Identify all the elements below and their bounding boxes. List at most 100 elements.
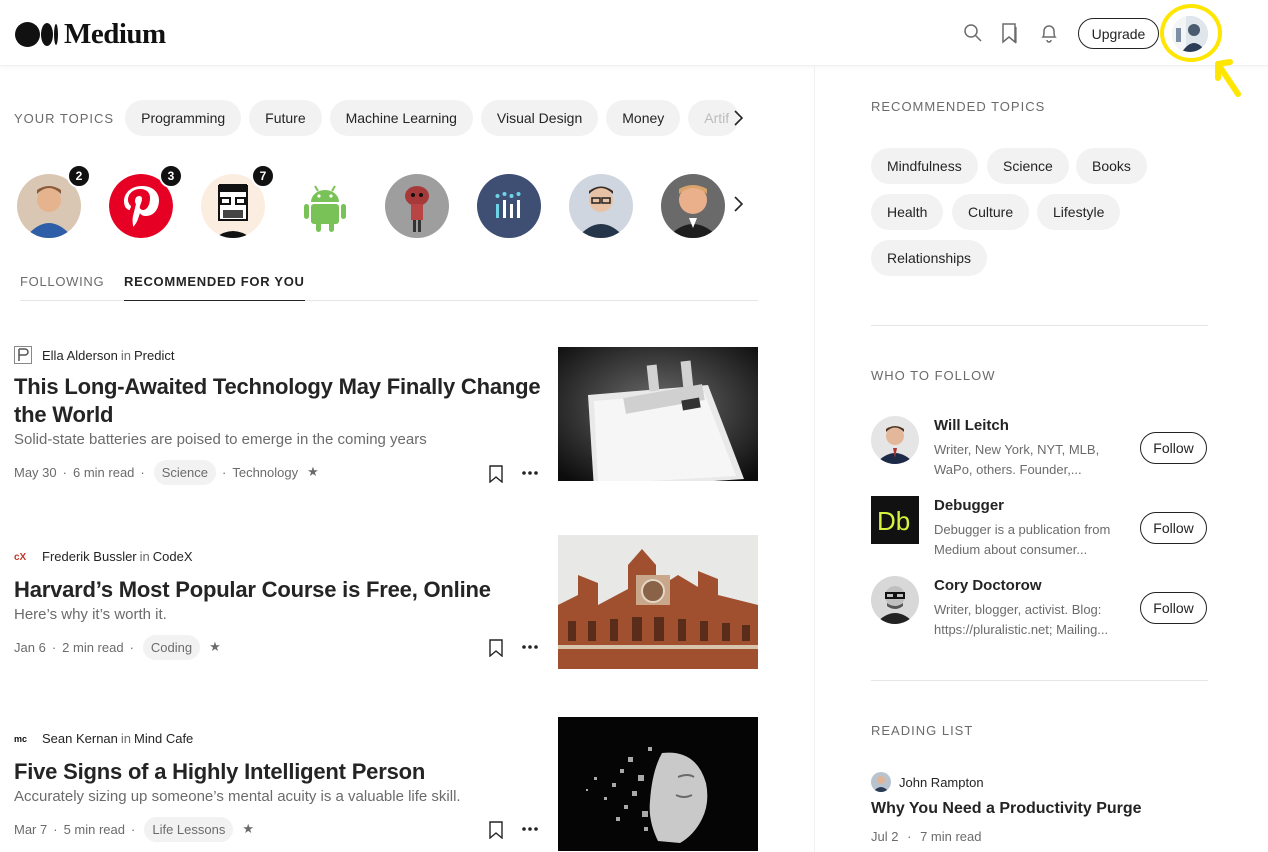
article-thumbnail[interactable]: [558, 717, 758, 851]
article-thumbnail[interactable]: [558, 535, 758, 669]
article-meta: May 30 · 6 min read · Science · Technolo…: [14, 459, 544, 485]
reading-list-meta: Jul 2 · 7 min read: [871, 829, 982, 844]
your-topics-label: YOUR TOPICS: [14, 110, 115, 126]
article-tag[interactable]: Life Lessons: [144, 816, 234, 842]
in-word: in: [120, 347, 132, 363]
article-date: May 30: [14, 464, 57, 480]
reading-list-author[interactable]: John Rampton: [899, 775, 984, 790]
follow-avatar[interactable]: [871, 576, 919, 624]
in-word: in: [120, 730, 132, 746]
tab-following[interactable]: FOLLOWING: [20, 274, 104, 301]
follow-name[interactable]: Will Leitch: [934, 417, 1009, 434]
article-publication[interactable]: CodeX: [153, 549, 193, 564]
article-thumbnail[interactable]: [558, 347, 758, 481]
reading-list-author-avatar[interactable]: [871, 772, 891, 792]
article-author[interactable]: Ella Alderson: [42, 348, 118, 363]
topic-pill-culture[interactable]: Culture: [952, 194, 1030, 230]
article-publication[interactable]: Mind Cafe: [134, 731, 193, 746]
topic-pill-health[interactable]: Health: [871, 194, 944, 230]
follow-name[interactable]: Cory Doctorow: [934, 577, 1042, 594]
article-card: cX Frederik Bussler in CodeX Harvard’s M…: [14, 535, 758, 687]
top-bar: Medium Upgrade: [0, 0, 1268, 66]
article-meta: Jan 6 · 2 min read · Coding ★: [14, 634, 544, 660]
following-avatar[interactable]: [385, 174, 449, 238]
recommended-topics-title: RECOMMENDED TOPICS: [871, 99, 1046, 114]
medium-logo[interactable]: Medium: [15, 18, 166, 51]
chevron-right-icon[interactable]: [731, 195, 745, 213]
follow-button[interactable]: Follow: [1140, 432, 1207, 464]
publication-icon[interactable]: [14, 346, 32, 364]
bookmarks-icon[interactable]: [996, 20, 1022, 46]
follow-description: Debugger is a publication from Medium ab…: [934, 522, 1111, 557]
topic-pill-future[interactable]: Future: [249, 100, 322, 136]
who-to-follow-title: WHO TO FOLLOW: [871, 368, 996, 383]
reading-list-title: READING LIST: [871, 723, 974, 738]
reading-list-article-title[interactable]: Why You Need a Productivity Purge: [871, 800, 1142, 818]
article-title[interactable]: This Long-Awaited Technology May Finally…: [14, 373, 544, 429]
follow-avatar[interactable]: [871, 416, 919, 464]
article-read-time: 6 min read: [72, 464, 135, 480]
in-word: in: [139, 548, 150, 564]
article-read-time: 5 min read: [63, 821, 125, 837]
search-icon[interactable]: [960, 20, 986, 46]
follow-suggestion: Db Debugger Debugger is a publication fr…: [871, 496, 1208, 566]
feed-tabs: FOLLOWING RECOMMENDED FOR YOU: [20, 270, 758, 301]
article-tag[interactable]: Coding: [142, 634, 201, 660]
user-avatar[interactable]: [1172, 16, 1208, 52]
follow-button[interactable]: Follow: [1140, 512, 1207, 544]
section-divider: [871, 680, 1208, 681]
topic-pill-machine-learning[interactable]: Machine Learning: [329, 100, 473, 136]
chevron-right-icon[interactable]: [731, 109, 745, 127]
article-extra-tag[interactable]: Technology: [232, 465, 298, 480]
topic-pill-programming[interactable]: Programming: [125, 100, 242, 136]
svg-text:cX: cX: [14, 552, 27, 563]
following-avatar[interactable]: [661, 174, 725, 238]
follow-suggestion: Will Leitch Writer, New York, NYT, MLB, …: [871, 416, 1208, 486]
article-title[interactable]: Harvard’s Most Popular Course is Free, O…: [14, 576, 544, 604]
article-date: Mar 7: [14, 821, 48, 837]
article-read-time: 2 min read: [62, 639, 124, 655]
section-divider: [871, 325, 1208, 326]
topic-pill-relationships[interactable]: Relationships: [871, 240, 988, 276]
bell-icon[interactable]: [1036, 20, 1062, 46]
more-horizontal-icon[interactable]: [520, 642, 540, 652]
logo-text: Medium: [64, 18, 166, 50]
follow-name[interactable]: Debugger: [934, 497, 1004, 514]
more-horizontal-icon[interactable]: [520, 468, 540, 478]
follow-description: Writer, New York, NYT, MLB, WaPo, others…: [934, 442, 1100, 477]
more-horizontal-icon[interactable]: [520, 824, 540, 834]
publication-icon[interactable]: cX: [14, 547, 32, 565]
article-author[interactable]: Sean Kernan: [42, 731, 118, 746]
article-publication[interactable]: Predict: [134, 348, 174, 363]
follow-description: Writer, blogger, activist. Blog: https:/…: [934, 602, 1109, 637]
bookmark-add-icon[interactable]: [487, 820, 505, 840]
article-tag[interactable]: Science: [153, 459, 216, 485]
topic-pill-books[interactable]: Books: [1076, 148, 1147, 184]
member-star-icon: ★: [242, 821, 254, 836]
member-star-icon: ★: [209, 639, 221, 654]
bookmark-add-icon[interactable]: [487, 464, 505, 484]
publication-icon[interactable]: mc: [14, 729, 32, 747]
follow-avatar[interactable]: Db: [871, 496, 919, 544]
article-card: Ella Alderson in Predict This Long-Await…: [14, 346, 758, 486]
following-avatar[interactable]: [477, 174, 541, 238]
topic-pill-science[interactable]: Science: [987, 148, 1069, 184]
upgrade-button[interactable]: Upgrade: [1078, 18, 1159, 49]
topic-pill-lifestyle[interactable]: Lifestyle: [1037, 194, 1121, 230]
column-divider: [814, 66, 815, 852]
follow-button[interactable]: Follow: [1140, 592, 1207, 624]
unread-badge: 7: [251, 164, 275, 188]
topic-pill-visual-design[interactable]: Visual Design: [480, 100, 599, 136]
following-avatar[interactable]: [293, 174, 357, 238]
bookmark-add-icon[interactable]: [487, 638, 505, 658]
following-avatar[interactable]: [569, 174, 633, 238]
topic-pill-mindfulness[interactable]: Mindfulness: [871, 148, 978, 184]
your-topics-bar: YOUR TOPICS Programming Future Machine L…: [14, 100, 754, 136]
article-title[interactable]: Five Signs of a Highly Intelligent Perso…: [14, 758, 544, 786]
svg-text:Db: Db: [877, 506, 910, 536]
reading-list-read-time: 7 min read: [920, 829, 982, 844]
article-author[interactable]: Frederik Bussler: [42, 549, 137, 564]
topic-pill-money[interactable]: Money: [606, 100, 681, 136]
tab-recommended[interactable]: RECOMMENDED FOR YOU: [124, 274, 305, 301]
article-meta: Mar 7 · 5 min read · Life Lessons ★: [14, 816, 544, 842]
